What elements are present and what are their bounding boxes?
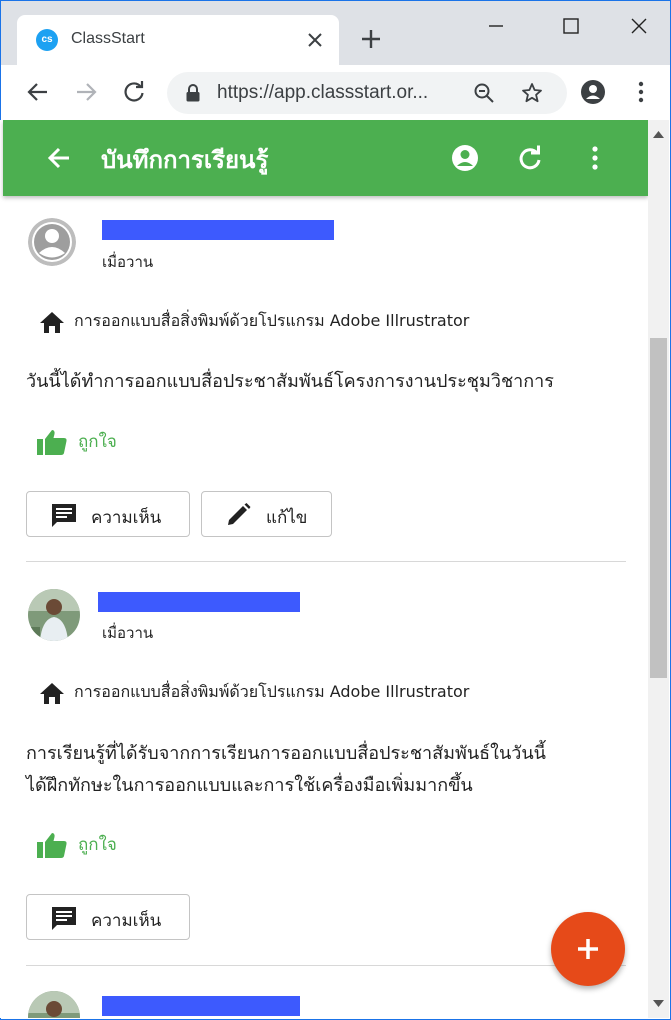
refresh-icon[interactable] — [516, 144, 544, 172]
browser-tab[interactable]: cs ClassStart — [17, 15, 339, 65]
comment-label: ความเห็น — [91, 508, 162, 528]
course-link[interactable]: การออกแบบสื่อสิ่งพิมพ์ด้วยโปรแกรม Adobe … — [38, 309, 469, 334]
zoom-icon[interactable] — [473, 82, 495, 104]
back-icon[interactable] — [25, 79, 51, 105]
scrollbar[interactable] — [648, 120, 669, 1018]
maximize-icon[interactable] — [558, 13, 584, 39]
course-name: การออกแบบสื่อสิ่งพิมพ์ด้วยโปรแกรม Adobe … — [74, 311, 470, 330]
page-title: บันทึกการเรียนรู้ — [101, 146, 269, 174]
comment-icon — [52, 504, 76, 527]
like-button[interactable]: ถูกใจ — [36, 831, 117, 859]
post-time: เมื่อวาน — [102, 624, 154, 642]
author-name-redacted[interactable] — [102, 996, 300, 1016]
forward-icon[interactable] — [73, 79, 99, 105]
like-label: ถูกใจ — [78, 835, 117, 855]
avatar[interactable] — [28, 991, 80, 1018]
course-name: การออกแบบสื่อสิ่งพิมพ์ด้วยโปรแกรม Adobe … — [74, 682, 470, 701]
home-icon — [40, 311, 64, 333]
scroll-down-icon[interactable] — [653, 1000, 664, 1008]
avatar[interactable] — [28, 589, 80, 641]
author-name-redacted[interactable] — [102, 220, 334, 240]
post-body-line: ได้ฝึกทักษะในการออกแบบและการใช้เครื่องมื… — [26, 775, 473, 796]
post-divider — [26, 561, 626, 562]
app-bar: บันทึกการเรียนรู้ — [3, 120, 648, 196]
url-text[interactable]: https://app.classstart.or... — [217, 82, 428, 104]
home-icon — [40, 682, 64, 704]
post-body: วันนี้ได้ทำการออกแบบสื่อประชาสัมพันธ์โคร… — [26, 366, 636, 398]
comment-icon — [52, 907, 76, 930]
profile-icon[interactable] — [580, 79, 606, 105]
user-photo-icon — [28, 991, 80, 1018]
avatar[interactable] — [28, 218, 76, 266]
post-body-line: วันนี้ได้ทำการออกแบบสื่อประชาสัมพันธ์โคร… — [26, 371, 554, 392]
author-name-redacted[interactable] — [98, 592, 300, 612]
scrollbar-thumb[interactable] — [650, 338, 667, 678]
edit-button[interactable]: แก้ไข — [201, 491, 332, 537]
comment-label: ความเห็น — [91, 911, 162, 931]
edit-label: แก้ไข — [266, 508, 308, 528]
like-button[interactable]: ถูกใจ — [36, 428, 117, 456]
user-photo-icon — [28, 589, 80, 641]
course-link[interactable]: การออกแบบสื่อสิ่งพิมพ์ด้วยโปรแกรม Adobe … — [38, 680, 469, 705]
post-time: เมื่อวาน — [102, 253, 154, 271]
account-circle-icon[interactable] — [451, 144, 479, 172]
thumb-up-icon — [37, 833, 67, 858]
reload-icon[interactable] — [121, 79, 147, 105]
lock-icon[interactable] — [185, 84, 201, 102]
close-tab-icon[interactable] — [305, 30, 325, 50]
classstart-favicon-icon: cs — [36, 29, 58, 51]
like-label: ถูกใจ — [78, 432, 117, 452]
minimize-icon[interactable] — [483, 13, 509, 39]
thumb-up-icon — [37, 430, 67, 455]
browser-toolbar: https://app.classstart.or... — [1, 65, 670, 121]
browser-menu-icon[interactable] — [628, 79, 654, 105]
new-tab-icon[interactable] — [359, 27, 383, 51]
edit-pencil-icon — [228, 503, 251, 525]
comment-button[interactable]: ความเห็น — [26, 894, 190, 940]
bookmark-star-icon[interactable] — [521, 82, 543, 104]
default-avatar-icon — [28, 218, 76, 266]
app-viewport: บันทึกการเรียนรู้ เมื่อวาน การออกแบบสื่อ… — [0, 120, 648, 1018]
add-post-fab[interactable] — [551, 912, 625, 986]
tab-strip: cs ClassStart — [1, 1, 670, 65]
scroll-up-icon[interactable] — [653, 130, 664, 138]
close-window-icon[interactable] — [626, 13, 652, 39]
post-body: การเรียนรู้ที่ได้รับจากการเรียนการออกแบบ… — [26, 738, 636, 802]
comment-button[interactable]: ความเห็น — [26, 491, 190, 537]
address-bar[interactable]: https://app.classstart.or... — [167, 72, 567, 114]
back-arrow-icon[interactable] — [45, 144, 73, 172]
more-vert-icon[interactable] — [581, 144, 609, 172]
plus-icon — [578, 939, 598, 959]
post-divider — [26, 965, 626, 966]
tab-title: ClassStart — [71, 30, 145, 47]
post-body-line: การเรียนรู้ที่ได้รับจากการเรียนการออกแบบ… — [26, 743, 546, 764]
